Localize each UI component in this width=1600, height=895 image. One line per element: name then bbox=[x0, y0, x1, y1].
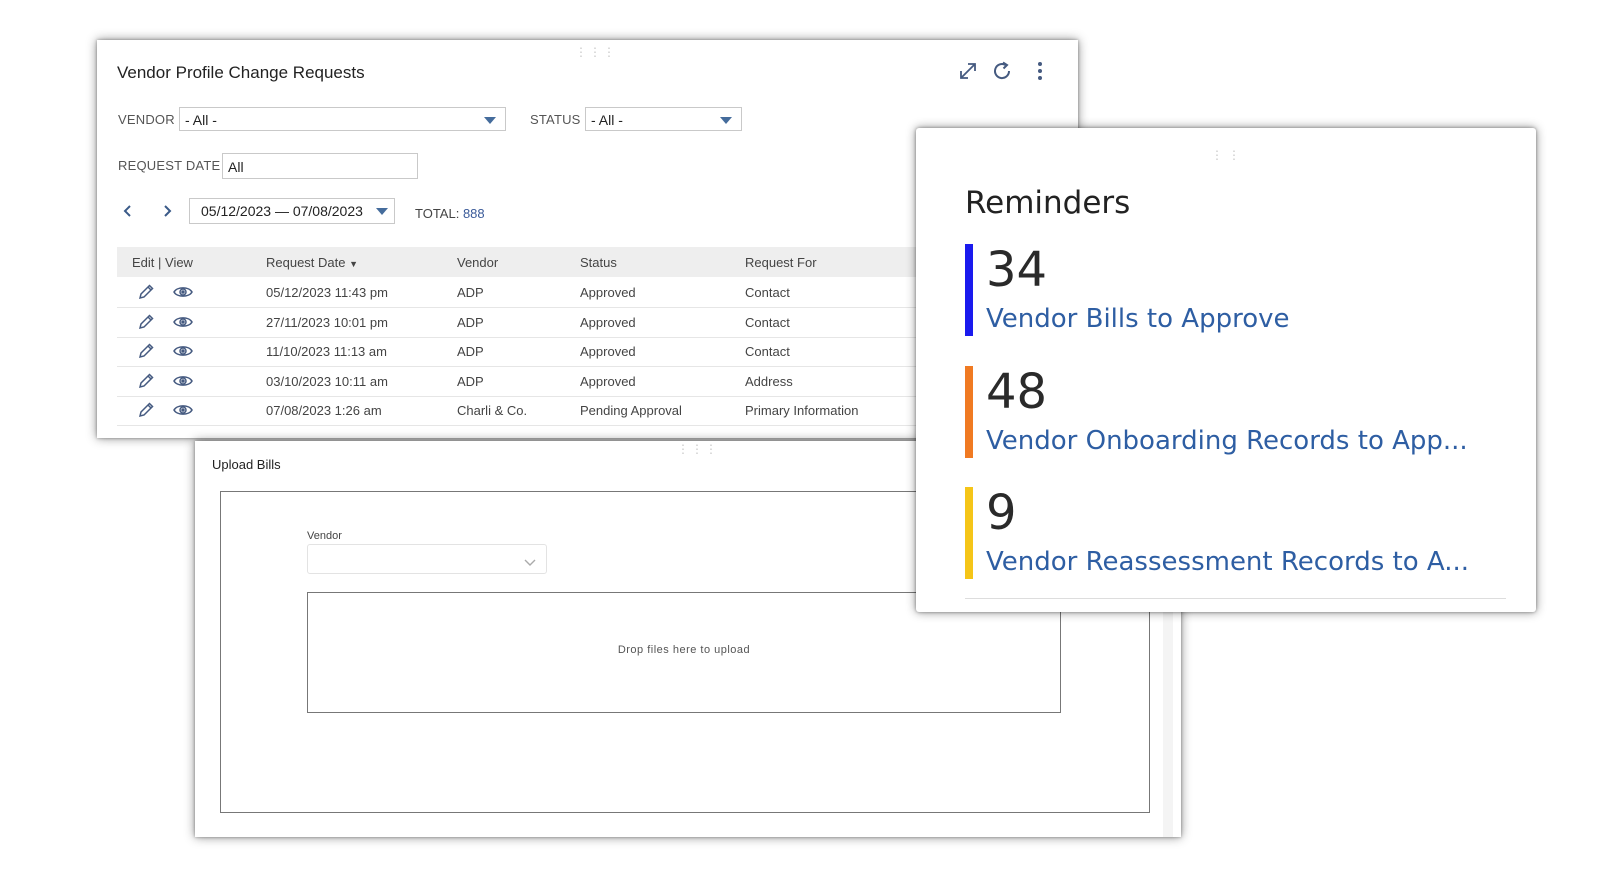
dropzone-text: Drop files here to upload bbox=[617, 644, 751, 656]
chevron-down-icon bbox=[524, 554, 536, 572]
reminders-portlet: ⋮⋮ Reminders 34 Vendor Bills to Approve … bbox=[916, 128, 1536, 612]
reminders-title: Reminders bbox=[965, 185, 1131, 221]
sort-desc-icon: ▼ bbox=[349, 259, 359, 269]
total-value[interactable]: 888 bbox=[463, 206, 485, 221]
column-header-request-date[interactable]: Request Date ▼ bbox=[266, 255, 358, 270]
drag-handle[interactable]: ⋮⋮⋮ bbox=[677, 443, 719, 455]
chevron-right-icon[interactable] bbox=[161, 203, 173, 224]
vendor-filter-label: VENDOR bbox=[118, 112, 175, 127]
cell-vendor: ADP bbox=[457, 373, 484, 389]
eye-icon[interactable] bbox=[173, 401, 193, 419]
table-row[interactable]: 27/11/2023 10:01 pm ADP Approved Contact bbox=[117, 308, 947, 338]
cell-status: Pending Approval bbox=[580, 403, 682, 419]
pencil-icon[interactable] bbox=[137, 372, 155, 390]
table-header: Edit | View Request Date ▼ Vendor Status… bbox=[117, 247, 947, 277]
column-header-edit-view: Edit | View bbox=[132, 255, 193, 270]
column-header-request-for[interactable]: Request For bbox=[745, 255, 817, 270]
cell-status: Approved bbox=[580, 373, 636, 389]
portlet-title: Upload Bills bbox=[212, 457, 281, 472]
cell-request-for: Contact bbox=[745, 314, 790, 330]
request-date-filter-input[interactable]: All bbox=[222, 153, 418, 179]
more-vertical-icon[interactable] bbox=[1029, 60, 1051, 82]
cell-request-for: Primary Information bbox=[745, 403, 859, 419]
total-count: TOTAL: 888 bbox=[415, 206, 485, 221]
cell-vendor: ADP bbox=[457, 285, 484, 300]
column-header-vendor[interactable]: Vendor bbox=[457, 255, 498, 270]
cell-vendor: ADP bbox=[457, 344, 484, 360]
column-header-status[interactable]: Status bbox=[580, 255, 617, 270]
reminders-card: ⋮⋮ Reminders 34 Vendor Bills to Approve … bbox=[925, 137, 1527, 612]
table-row[interactable]: 03/10/2023 10:11 am ADP Approved Address bbox=[117, 367, 947, 397]
drag-handle[interactable]: ⋮⋮⋮ bbox=[575, 46, 617, 58]
pencil-icon[interactable] bbox=[137, 283, 155, 301]
status-filter-label: STATUS bbox=[530, 112, 581, 127]
vendor-filter-select[interactable]: - All - bbox=[179, 107, 506, 131]
vendor-field-label: Vendor bbox=[307, 530, 342, 542]
divider bbox=[965, 598, 1506, 599]
cell-request-for: Address bbox=[745, 373, 793, 389]
reminder-count: 48 bbox=[986, 364, 1048, 420]
eye-icon[interactable] bbox=[173, 372, 193, 390]
cell-request-date: 07/08/2023 1:26 am bbox=[266, 403, 382, 419]
pencil-icon[interactable] bbox=[137, 401, 155, 419]
cell-vendor: Charli & Co. bbox=[457, 403, 528, 419]
reminder-color-bar bbox=[965, 244, 973, 336]
total-label: TOTAL: bbox=[415, 206, 460, 221]
eye-icon[interactable] bbox=[173, 313, 193, 331]
cell-status: Approved bbox=[580, 285, 636, 300]
chevron-down-icon bbox=[484, 117, 496, 124]
table-row[interactable]: 11/10/2023 11:13 am ADP Approved Contact bbox=[117, 337, 947, 368]
reminder-link[interactable]: Vendor Bills to Approve bbox=[986, 304, 1290, 334]
drag-handle[interactable]: ⋮⋮ bbox=[1211, 149, 1245, 161]
vendor-select[interactable] bbox=[307, 544, 547, 574]
chevron-down-icon bbox=[720, 117, 732, 124]
reminder-link[interactable]: Vendor Reassessment Records to A... bbox=[986, 547, 1469, 577]
cell-status: Approved bbox=[580, 314, 636, 330]
vendor-filter-value: - All - bbox=[185, 112, 217, 128]
eye-icon[interactable] bbox=[173, 342, 193, 360]
reminder-item[interactable]: 34 Vendor Bills to Approve bbox=[965, 242, 1485, 336]
request-date-filter-value: All bbox=[228, 159, 244, 175]
portlet-title: Vendor Profile Change Requests bbox=[117, 63, 365, 82]
reminder-color-bar bbox=[965, 366, 973, 458]
reminder-item[interactable]: 9 Vendor Reassessment Records to A... bbox=[965, 485, 1485, 579]
status-filter-select[interactable]: - All - bbox=[585, 107, 742, 131]
pencil-icon[interactable] bbox=[137, 342, 155, 360]
table-row[interactable]: 05/12/2023 11:43 pm ADP Approved Contact bbox=[117, 278, 947, 308]
reminder-item[interactable]: 48 Vendor Onboarding Records to App... bbox=[965, 364, 1485, 458]
cell-request-date: 11/10/2023 11:13 am bbox=[266, 344, 387, 360]
reminder-color-bar bbox=[965, 487, 973, 579]
request-date-filter-label: REQUEST DATE bbox=[118, 158, 221, 173]
column-header-request-date-label: Request Date bbox=[266, 255, 346, 270]
chevron-left-icon[interactable] bbox=[122, 203, 134, 224]
cell-request-for: Contact bbox=[745, 285, 790, 300]
status-filter-value: - All - bbox=[591, 112, 623, 128]
chevron-down-icon bbox=[376, 208, 388, 215]
cell-request-date: 03/10/2023 10:11 am bbox=[266, 373, 388, 389]
expand-icon[interactable] bbox=[957, 60, 979, 82]
cell-request-date: 27/11/2023 10:01 pm bbox=[266, 314, 388, 330]
date-range-select[interactable]: 05/12/2023 — 07/08/2023 bbox=[189, 198, 395, 224]
reminder-link[interactable]: Vendor Onboarding Records to App... bbox=[986, 426, 1468, 456]
eye-icon[interactable] bbox=[173, 283, 193, 301]
date-range-value: 05/12/2023 — 07/08/2023 bbox=[201, 203, 363, 219]
pencil-icon[interactable] bbox=[137, 313, 155, 331]
cell-request-date: 05/12/2023 11:43 pm bbox=[266, 285, 388, 300]
cell-status: Approved bbox=[580, 344, 636, 360]
reminder-count: 34 bbox=[986, 242, 1048, 298]
reminder-count: 9 bbox=[986, 485, 1017, 541]
cell-vendor: ADP bbox=[457, 314, 484, 330]
refresh-icon[interactable] bbox=[991, 60, 1013, 82]
table-row[interactable]: 07/08/2023 1:26 am Charli & Co. Pending Ap… bbox=[117, 396, 947, 427]
cell-request-for: Contact bbox=[745, 344, 790, 360]
